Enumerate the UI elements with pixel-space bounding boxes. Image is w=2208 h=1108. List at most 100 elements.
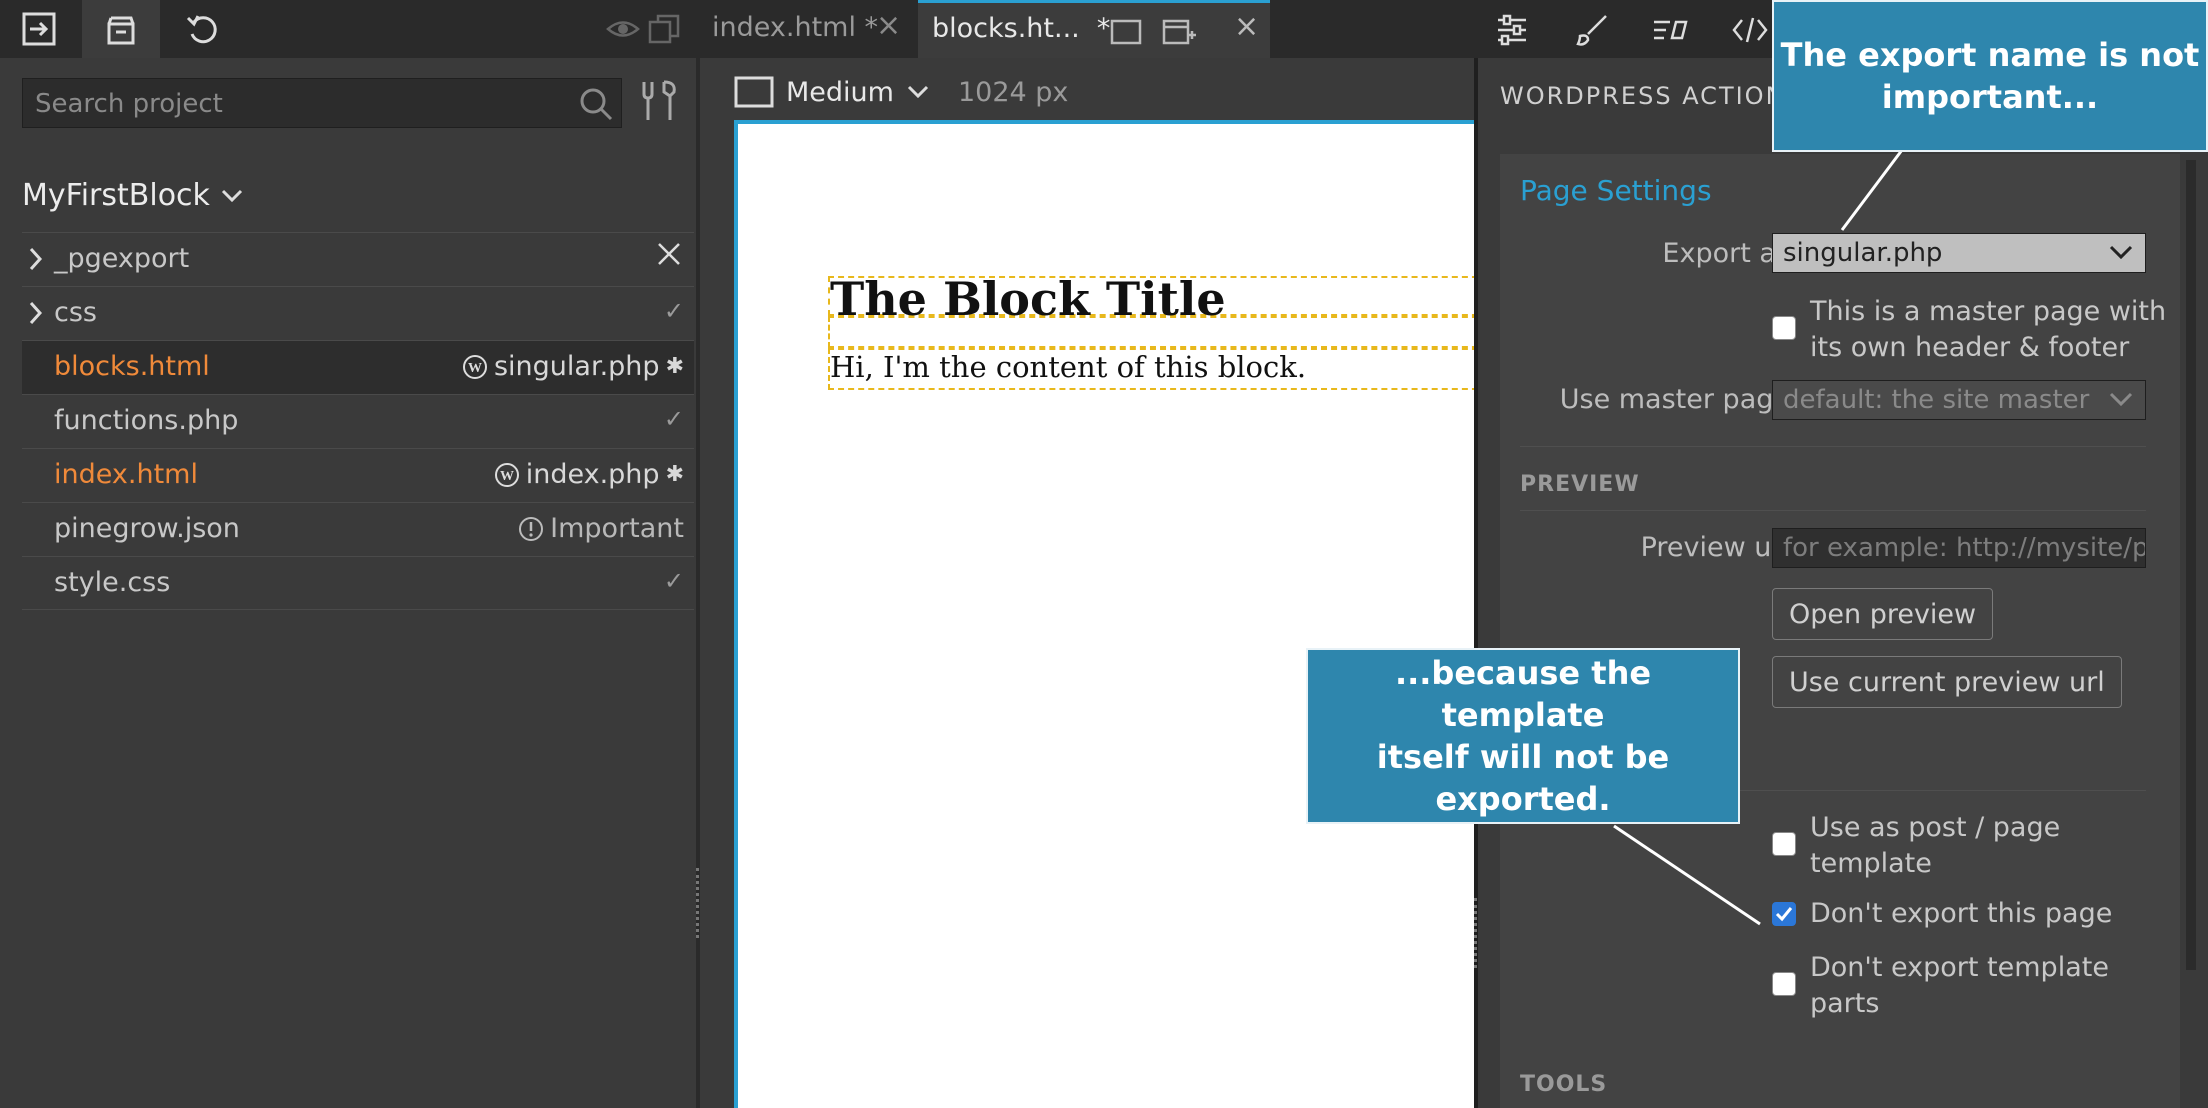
scrollbar[interactable] <box>2186 160 2196 970</box>
chevron-down-icon <box>2109 245 2133 260</box>
export-icon <box>22 12 56 46</box>
check-icon: ✓ <box>663 567 684 595</box>
check-icon: ✓ <box>663 297 684 325</box>
width-label: 1024 px <box>957 76 1069 108</box>
wordpress-actions-panel: WORDPRESS ACTIONS Page Settings Export a… <box>1478 58 2208 1108</box>
tab-label: blocks.ht... * <box>932 13 1111 44</box>
preview-url-placeholder: for example: http://mysite/pag <box>1783 533 2146 563</box>
callout-line: important... <box>1881 78 2099 116</box>
file-name: css <box>54 297 97 328</box>
page-settings-link[interactable]: Page Settings <box>1520 174 1712 207</box>
close-icon[interactable]: × <box>876 8 901 43</box>
template-checkbox[interactable] <box>1772 832 1796 856</box>
file-name: pinegrow.json <box>54 513 240 544</box>
wordpress-icon: W <box>494 462 519 487</box>
dont-export-parts-label: Don't export template parts <box>1810 950 2109 1022</box>
callout-not-exported: ...because the template itself will not … <box>1306 648 1740 824</box>
undo-icon <box>186 15 217 44</box>
modified-icon: ✱ <box>665 354 684 379</box>
status-label: Important <box>550 513 684 544</box>
file-row-style[interactable]: style.css ✓ <box>22 556 694 610</box>
preview-url-input[interactable]: for example: http://mysite/pag <box>1772 528 2146 568</box>
wordpress-icon: W <box>462 354 487 379</box>
file-name: style.css <box>54 567 171 598</box>
check-icon: ✓ <box>663 405 684 433</box>
use-master-select[interactable]: default: the site master <box>1772 380 2146 420</box>
callout-line: ...because the template <box>1394 654 1652 734</box>
project-title[interactable]: MyFirstBlock <box>22 178 244 213</box>
label-line: This is a master page with <box>1810 296 2167 327</box>
file-name: blocks.html <box>54 351 210 382</box>
add-page-icon[interactable] <box>1162 15 1198 54</box>
file-row-pinegrow[interactable]: pinegrow.json Important <box>22 502 694 556</box>
modified-icon: ✱ <box>665 462 684 487</box>
dont-export-label: Don't export this page <box>1810 898 2113 929</box>
dont-export-checkbox[interactable] <box>1772 902 1796 926</box>
tools-icon[interactable] <box>636 78 682 128</box>
search-input[interactable]: Search project <box>22 78 622 128</box>
undo-button[interactable] <box>164 0 242 58</box>
file-row-functions[interactable]: functions.php ✓ <box>22 394 694 448</box>
page-canvas[interactable]: The Block Title Hi, I'm the content of t… <box>734 120 1474 1108</box>
file-name: _pgexport <box>54 243 190 274</box>
export-target: singular.php <box>493 351 660 382</box>
file-row-pgexport[interactable]: _pgexport <box>22 232 694 286</box>
block-title[interactable]: The Block Title <box>830 272 1226 326</box>
brush-icon <box>1576 15 1607 46</box>
check-icon <box>1775 907 1793 922</box>
project-name: MyFirstBlock <box>22 178 210 213</box>
code-icon <box>1732 17 1768 43</box>
close-icon[interactable] <box>654 239 684 269</box>
use-current-preview-button[interactable]: Use current preview url <box>1772 656 2122 708</box>
panel-heading: WORDPRESS ACTIONS <box>1500 82 1803 110</box>
label-line: Use as post / page <box>1810 812 2061 843</box>
tab-index[interactable]: index.html * × <box>600 0 914 58</box>
sliders-icon <box>1498 14 1526 46</box>
use-master-value: default: the site master <box>1783 385 2090 415</box>
project-panel: Search project MyFirstBlock _pgexport cs… <box>0 58 696 1108</box>
svg-text:W: W <box>500 469 514 484</box>
search-placeholder: Search project <box>35 89 223 119</box>
chevron-down-icon <box>221 189 242 202</box>
master-page-checkbox[interactable] <box>1772 316 1796 340</box>
file-row-blocks[interactable]: blocks.html W singular.php ✱ <box>22 340 694 394</box>
divider <box>1520 510 2146 511</box>
block-content[interactable]: Hi, I'm the content of this block. <box>830 350 1306 384</box>
search-icon[interactable] <box>577 85 615 127</box>
device-label: Medium <box>786 76 894 108</box>
file-row-css[interactable]: css ✓ <box>22 286 694 340</box>
file-row-index[interactable]: index.html W index.php ✱ <box>22 448 694 502</box>
actions-panel-button[interactable] <box>1650 10 1690 50</box>
settings-panel-button[interactable] <box>1492 10 1532 50</box>
open-preview-button[interactable]: Open preview <box>1772 588 1994 640</box>
dont-export-parts-checkbox[interactable] <box>1772 972 1796 996</box>
duplicate-icon[interactable] <box>648 14 680 51</box>
actions-icon <box>1654 20 1688 40</box>
chevron-down-icon <box>907 85 929 99</box>
project-button[interactable] <box>82 0 160 58</box>
page-icon[interactable] <box>1110 19 1142 52</box>
export-as-value: singular.php <box>1783 238 1943 268</box>
tab-blocks[interactable]: blocks.ht... * × <box>918 0 1270 58</box>
export-button[interactable] <box>0 0 78 58</box>
preview-url-label: Preview url <box>1640 532 1790 563</box>
code-panel-button[interactable] <box>1730 10 1770 50</box>
chevron-down-icon <box>2109 392 2133 407</box>
master-page-label: This is a master page with its own heade… <box>1810 294 2166 366</box>
label-line: parts <box>1810 988 1880 1019</box>
preview-heading: PREVIEW <box>1520 472 1640 497</box>
style-panel-button[interactable] <box>1572 10 1612 50</box>
device-selector[interactable]: Medium 1024 px <box>734 76 1068 108</box>
export-as-select[interactable]: singular.php <box>1772 233 2146 273</box>
chevron-right-icon[interactable] <box>26 245 46 277</box>
tools-heading: TOOLS <box>1520 1072 1608 1097</box>
file-name: functions.php <box>54 405 239 436</box>
chevron-right-icon[interactable] <box>26 299 46 331</box>
use-master-label: Use master page <box>1559 384 1790 415</box>
svg-text:W: W <box>468 361 482 376</box>
file-name: index.html <box>54 459 198 490</box>
export-target: index.php <box>525 459 660 490</box>
close-icon[interactable]: × <box>1234 9 1259 44</box>
eye-icon[interactable] <box>606 16 640 49</box>
callout-line: itself will not be exported. <box>1376 738 1670 818</box>
